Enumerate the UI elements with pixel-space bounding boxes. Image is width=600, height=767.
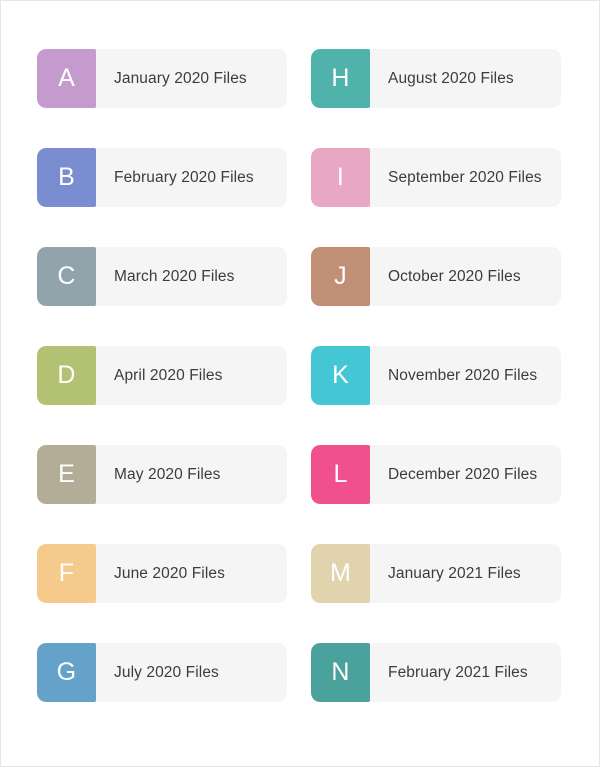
folder-initial-badge: K <box>311 346 370 405</box>
folder-label: February 2020 Files <box>114 168 254 186</box>
folder-pill[interactable]: K November 2020 Files <box>311 346 561 405</box>
folder-initial-badge: E <box>37 445 96 504</box>
folder-initial-badge: I <box>311 148 370 207</box>
folder-pill[interactable]: D April 2020 Files <box>37 346 287 405</box>
folder-pill[interactable]: L December 2020 Files <box>311 445 561 504</box>
folder-pill[interactable]: N February 2021 Files <box>311 643 561 702</box>
folder-label: October 2020 Files <box>388 267 521 285</box>
folder-initial-badge: L <box>311 445 370 504</box>
folder-label: April 2020 Files <box>114 366 223 384</box>
folder-pill[interactable]: B February 2020 Files <box>37 148 287 207</box>
folder-label: November 2020 Files <box>388 366 538 384</box>
folder-pill[interactable]: J October 2020 Files <box>311 247 561 306</box>
folder-label: June 2020 Files <box>114 564 225 582</box>
folder-list: A January 2020 Files H August 2020 Files B Fe… <box>1 1 599 702</box>
folder-initial-badge: N <box>311 643 370 702</box>
folder-pill[interactable]: G July 2020 Files <box>37 643 287 702</box>
folder-initial-badge: D <box>37 346 96 405</box>
folder-initial-badge: A <box>37 49 96 108</box>
folder-label: December 2020 Files <box>388 465 538 483</box>
folder-label: January 2020 Files <box>114 69 247 87</box>
folder-pill[interactable]: E May 2020 Files <box>37 445 287 504</box>
folder-initial-badge: H <box>311 49 370 108</box>
folder-initial-badge: C <box>37 247 96 306</box>
folder-label: August 2020 Files <box>388 69 514 87</box>
folder-label: September 2020 Files <box>388 168 542 186</box>
folder-pill[interactable]: I September 2020 Files <box>311 148 561 207</box>
folder-pill[interactable]: F June 2020 Files <box>37 544 287 603</box>
folder-label: January 2021 Files <box>388 564 521 582</box>
folder-pill[interactable]: A January 2020 Files <box>37 49 287 108</box>
folder-initial-badge: G <box>37 643 96 702</box>
folder-pill[interactable]: C March 2020 Files <box>37 247 287 306</box>
folder-pill[interactable]: M January 2021 Files <box>311 544 561 603</box>
folder-label: March 2020 Files <box>114 267 235 285</box>
folder-label: July 2020 Files <box>114 663 219 681</box>
folder-initial-badge: F <box>37 544 96 603</box>
folder-initial-badge: B <box>37 148 96 207</box>
page-frame: A January 2020 Files H August 2020 Files B Fe… <box>0 0 600 767</box>
folder-initial-badge: J <box>311 247 370 306</box>
folder-label: May 2020 Files <box>114 465 221 483</box>
folder-pill[interactable]: H August 2020 Files <box>311 49 561 108</box>
folder-initial-badge: M <box>311 544 370 603</box>
folder-label: February 2021 Files <box>388 663 528 681</box>
